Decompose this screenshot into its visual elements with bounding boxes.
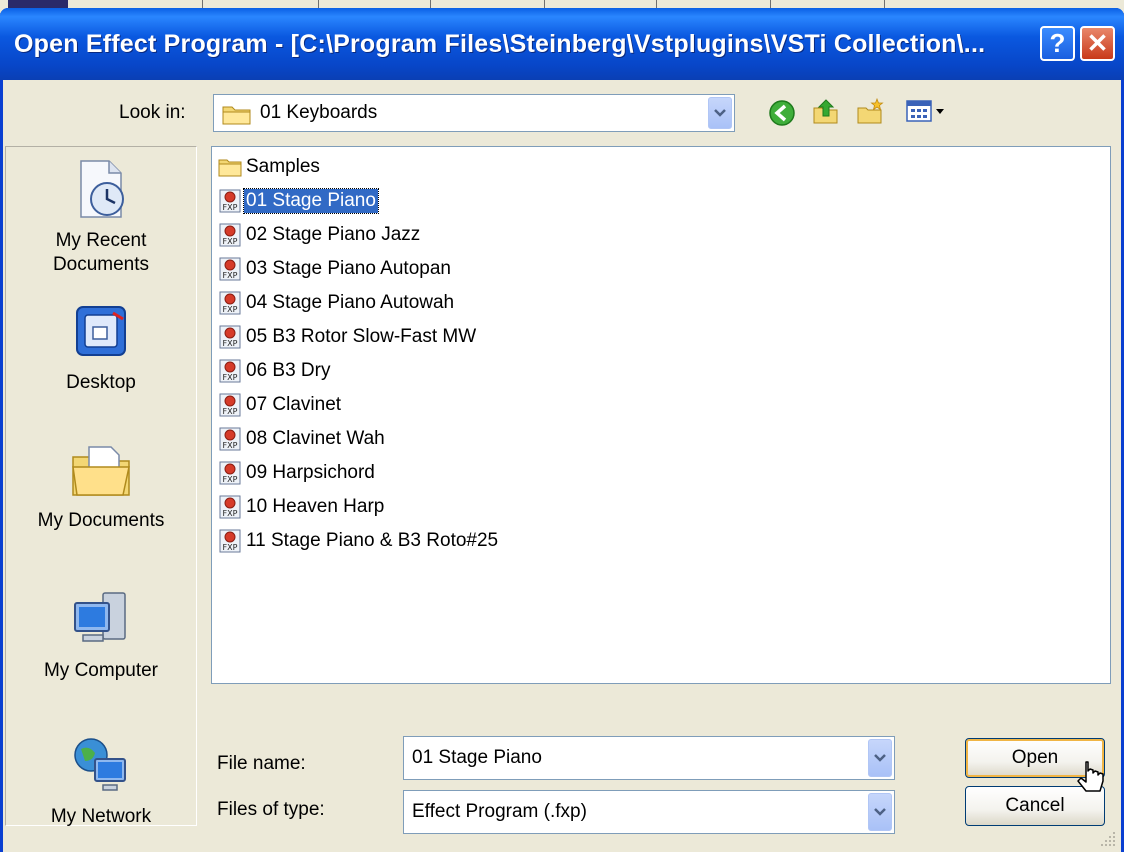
file-name: 07 Clavinet [246,394,342,415]
look-in-dropdown-button[interactable] [708,97,732,129]
svg-text:FXP: FXP [223,305,238,314]
file-name: 08 Clavinet Wah [246,428,385,449]
fxp-file-icon: FXP [219,257,241,281]
file-name: 10 Heaven Harp [246,496,385,517]
file-type-dropdown-button[interactable] [868,793,892,831]
file-row[interactable]: FXP 07 Clavinet [218,389,343,421]
file-row[interactable]: FXP 04 Stage Piano Autowah [218,287,456,319]
open-dialog: Open Effect Program - [C:\Program Files\… [0,8,1124,852]
place-my-recent-documents[interactable]: My Recent Documents [6,157,196,277]
desktop-icon [76,306,126,356]
place-desktop[interactable]: Desktop [6,299,196,395]
svg-text:FXP: FXP [223,543,238,552]
back-icon[interactable] [767,98,797,128]
up-folder-icon[interactable] [811,96,841,126]
fxp-file-icon: FXP [219,359,241,383]
new-folder-icon[interactable] [855,96,885,126]
file-row-samples[interactable]: Samples [218,151,322,183]
places-bar: My Recent Documents Desktop My Documents [5,146,197,829]
close-button[interactable]: ✕ [1080,26,1115,61]
look-in-value: 01 Keyboards [260,102,378,123]
svg-text:FXP: FXP [223,509,238,518]
fxp-file-icon: FXP [219,325,241,349]
fxp-file-icon: FXP [219,495,241,519]
fxp-file-icon: FXP [219,291,241,315]
file-name: 06 B3 Dry [246,360,331,381]
dialog-title: Open Effect Program - [C:\Program Files\… [14,30,986,58]
file-name: Samples [246,156,320,177]
fxp-file-icon: FXP [219,223,241,247]
fxp-file-icon: FXP [219,189,241,213]
file-row[interactable]: FXP 02 Stage Piano Jazz [218,219,422,251]
mouse-pointer-icon [1077,761,1104,792]
svg-text:FXP: FXP [223,475,238,484]
file-row[interactable]: FXP 10 Heaven Harp [218,491,386,523]
file-name-label: File name: [217,753,306,774]
file-name: 04 Stage Piano Autowah [246,292,455,313]
file-row[interactable]: FXP 03 Stage Piano Autopan [218,253,453,285]
svg-text:FXP: FXP [223,407,238,416]
place-label: My Documents [37,510,165,531]
svg-text:FXP: FXP [223,339,238,348]
fxp-file-icon: FXP [219,529,241,553]
place-my-computer[interactable]: My Computer [6,587,196,683]
place-label: My Computer [43,660,159,681]
file-type-label: Files of type: [217,799,325,820]
folder-icon [222,106,251,125]
recent-documents-icon [80,160,124,218]
fxp-file-icon: FXP [219,393,241,417]
dialog-body: Look in: 01 Keyboards My Recent Document… [3,80,1121,852]
look-in-combo[interactable]: 01 Keyboards [213,94,735,132]
place-label: Desktop [66,372,136,393]
place-label: My Network [50,806,152,827]
file-row[interactable]: FXP 08 Clavinet Wah [218,423,387,455]
view-menu-icon[interactable] [905,96,949,126]
file-name: 02 Stage Piano Jazz [246,224,421,245]
look-in-label: Look in: [119,102,186,123]
my-documents-icon [72,446,130,496]
file-row[interactable]: FXP 11 Stage Piano & B3 Roto#25 [218,525,500,557]
file-name: 11 Stage Piano & B3 Roto#25 [246,530,499,551]
place-label: My Recent Documents [52,230,150,275]
svg-text:FXP: FXP [223,237,238,246]
svg-text:FXP: FXP [223,373,238,382]
my-computer-icon [74,592,126,642]
fxp-file-icon: FXP [219,461,241,485]
fxp-file-icon: FXP [219,427,241,451]
file-type-value: Effect Program (.fxp) [412,801,587,822]
svg-text:FXP: FXP [223,441,238,450]
help-button[interactable]: ? [1040,26,1075,61]
file-name-field[interactable]: 01 Stage Piano [403,736,895,780]
file-row[interactable]: FXP 05 B3 Rotor Slow-Fast MW [218,321,478,353]
file-name: 09 Harpsichord [246,462,375,483]
file-row[interactable]: FXP 06 B3 Dry [218,355,332,387]
svg-text:FXP: FXP [223,203,238,212]
chevron-down-icon [874,754,886,762]
file-name-value: 01 Stage Piano [412,747,542,768]
file-name: 03 Stage Piano Autopan [246,258,451,279]
file-type-select[interactable]: Effect Program (.fxp) [403,790,895,834]
file-name: 01 Stage Piano [243,188,379,214]
folder-icon [218,159,242,177]
my-network-icon [74,738,126,791]
title-bar[interactable]: Open Effect Program - [C:\Program Files\… [0,8,1124,80]
chevron-down-icon [714,109,726,117]
place-my-documents[interactable]: My Documents [6,437,196,533]
file-name: 05 B3 Rotor Slow-Fast MW [246,326,477,347]
chevron-down-icon [874,808,886,816]
file-list[interactable]: Samples FXP 01 Stage Piano FXP 02 Stage … [211,146,1111,684]
svg-text:FXP: FXP [223,271,238,280]
resize-grip-icon[interactable] [1099,830,1117,848]
file-name-dropdown-button[interactable] [868,739,892,777]
file-row-selected[interactable]: FXP 01 Stage Piano [218,185,379,217]
place-my-network[interactable]: My Network [6,733,196,829]
file-row[interactable]: FXP 09 Harpsichord [218,457,377,489]
